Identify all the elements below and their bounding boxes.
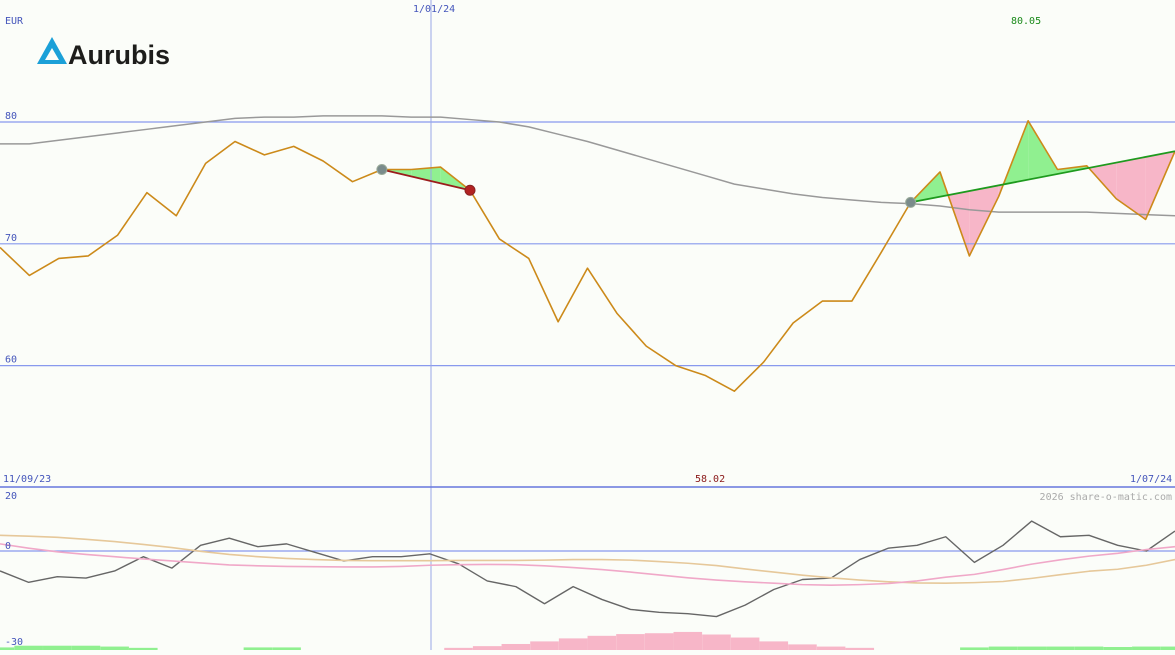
histogram-bar-3-2: [1017, 646, 1047, 650]
histogram-bar-3-4: [1074, 646, 1104, 650]
histogram-bar-2-1: [472, 646, 502, 650]
osc-y-tick-20: 20: [5, 491, 17, 502]
currency-label: EUR: [5, 16, 24, 27]
low-value-label: 58.02: [695, 474, 725, 485]
histogram-bar-2-12: [788, 644, 817, 650]
histogram-bar-2-8: [673, 631, 703, 650]
histogram-bar-3-3: [1046, 646, 1075, 650]
price-line: [0, 119, 1175, 392]
y-tick-60: 60: [5, 355, 17, 366]
trend-start-point-1: [905, 196, 917, 208]
histogram-bar-2-11: [759, 641, 789, 650]
histogram-bar-2-7: [644, 633, 674, 650]
osc-signal_slow-line: [0, 534, 1175, 585]
watermark-text: 2026 share-o-matic.com: [1040, 492, 1172, 503]
date-top-label: 1/01/24: [413, 4, 455, 15]
tick-labels: 60 70 80 20 0 -30: [5, 111, 23, 648]
histogram-bar-4-0: [1132, 646, 1161, 650]
histogram-bar-2-6: [616, 634, 645, 650]
osc-y-tick-0: 0: [5, 541, 11, 552]
logo-wordmark: Aurubis: [68, 40, 170, 70]
chart-stage: EUR 1/01/24 80.05 11/09/23 58.02 1/07/24…: [0, 0, 1175, 650]
histogram-bar-0-3: [71, 645, 101, 650]
moving-average-line: [0, 115, 1175, 217]
trend-end-point-0: [464, 184, 476, 196]
high-value-label: 80.05: [1011, 16, 1041, 27]
histogram-bar-0-4: [100, 646, 129, 650]
osc-y-tick--30: -30: [5, 637, 23, 648]
histogram-bar-2-13: [816, 646, 846, 650]
date-end-label: 1/07/24: [1130, 474, 1172, 485]
y-tick-80: 80: [5, 111, 17, 122]
histogram-bar-2-10: [730, 637, 760, 650]
date-start-label: 11/09/23: [3, 474, 51, 485]
y-tick-70: 70: [5, 233, 17, 244]
histogram-bar-2-2: [501, 643, 531, 650]
histogram-bar-2-3: [530, 641, 559, 650]
trend-start-point-0: [376, 164, 388, 176]
histogram-bar-2-9: [702, 634, 731, 650]
histogram-bar-3-1: [988, 646, 1018, 650]
aurubis-logo: Aurubis: [37, 37, 170, 70]
price-chart: EUR 1/01/24 80.05 11/09/23 58.02 1/07/24…: [0, 0, 1175, 650]
histogram-bar-4-1: [1160, 646, 1175, 650]
histogram-bar-2-4: [558, 638, 588, 650]
histogram-bar-0-2: [43, 645, 72, 650]
histogram-bar-2-5: [587, 635, 617, 650]
